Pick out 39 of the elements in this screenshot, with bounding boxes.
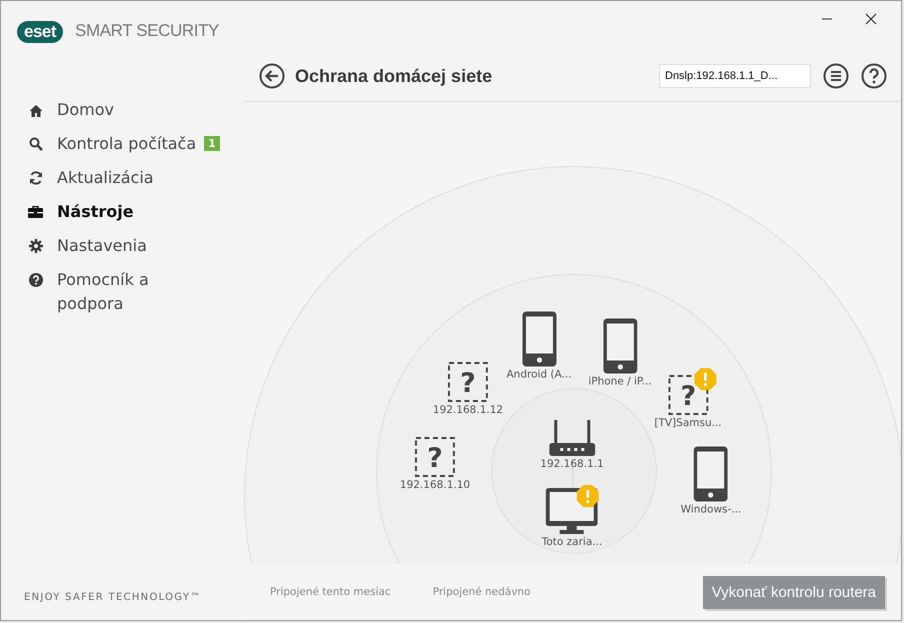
sidebar-item[interactable]: Kontrola počítača 1 xyxy=(1,132,220,156)
network-field[interactable]: Dnslp:192.168.1.1_D... xyxy=(659,64,811,88)
help-button[interactable] xyxy=(861,63,887,89)
toolbox-icon xyxy=(28,206,43,218)
device-label[interactable]: Windows-... xyxy=(680,504,742,516)
smartphone-icon xyxy=(522,312,556,366)
device-label[interactable]: 192.168.1.10 xyxy=(400,479,470,491)
help-icon xyxy=(28,273,42,287)
home-icon xyxy=(28,104,42,116)
device-label[interactable]: Android (A... xyxy=(506,368,572,380)
sidebar-item[interactable]: Pomocník a podpora xyxy=(1,268,177,316)
device-label[interactable]: iPhone / iP... xyxy=(588,376,652,388)
legend-label: Pripojené nedávno xyxy=(432,586,531,598)
tagline: ENJOY SAFER TECHNOLOGY™ xyxy=(23,592,202,605)
menu-button[interactable] xyxy=(823,63,849,89)
sidebar-item[interactable]: Nástroje xyxy=(1,200,134,224)
sidebar-item[interactable]: Nastavenia xyxy=(1,234,147,258)
gear-icon xyxy=(28,239,42,253)
page-title: Ochrana domácej siete xyxy=(295,66,492,86)
device-label[interactable]: 192.168.1.12 xyxy=(432,404,504,416)
count-badge: 1 xyxy=(204,136,220,151)
device-label[interactable]: [TV]Samsu... xyxy=(654,417,722,429)
logo: eset xyxy=(17,21,64,43)
router-icon xyxy=(549,420,595,456)
question-mark: ? xyxy=(460,368,476,399)
device-label[interactable]: 192.168.1.1 xyxy=(540,458,604,470)
question-mark: ? xyxy=(680,381,696,412)
legend-label: Pripojené tento mesiac xyxy=(270,586,391,598)
close-icon[interactable] xyxy=(865,13,877,25)
back-button[interactable] xyxy=(259,63,285,89)
device-label[interactable]: Toto zaria... xyxy=(542,536,602,548)
smartphone-icon xyxy=(603,318,637,374)
search-icon xyxy=(28,137,42,151)
app-title: SMART SECURITY xyxy=(75,21,219,41)
question-mark: ? xyxy=(427,443,443,474)
sidebar-item[interactable]: Domov xyxy=(1,98,114,122)
refresh-icon xyxy=(28,171,42,185)
smartphone-icon xyxy=(694,446,728,502)
sidebar-item[interactable]: Aktualizácia xyxy=(1,166,154,190)
